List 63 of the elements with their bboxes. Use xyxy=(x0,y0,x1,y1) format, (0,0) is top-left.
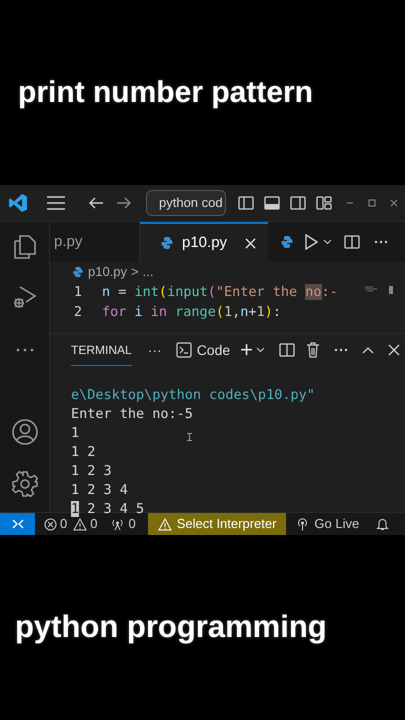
layout-icon[interactable] xyxy=(316,195,332,211)
breadcrumb-item[interactable]: p10.py xyxy=(88,262,128,282)
remote-button[interactable] xyxy=(0,513,35,535)
terminal-line: e\Desktop\python codes\p10.py" xyxy=(71,386,315,405)
python-icon xyxy=(280,235,294,249)
more-icon[interactable] xyxy=(14,348,34,352)
terminal-line: Enter the no:-5 xyxy=(71,405,193,424)
run-icon[interactable] xyxy=(304,234,318,250)
files-icon[interactable] xyxy=(12,234,38,260)
settings-icon[interactable] xyxy=(10,470,38,498)
search-field[interactable]: python cod xyxy=(146,190,226,216)
go-live-button[interactable]: Go Live xyxy=(296,513,360,535)
error-icon xyxy=(44,518,57,530)
python-icon xyxy=(160,236,174,250)
broadcast-icon xyxy=(296,518,310,530)
forward-arrow-icon[interactable] xyxy=(116,195,132,211)
editor-tab[interactable]: p10.py xyxy=(140,222,268,262)
line-number: 1 xyxy=(72,283,83,302)
code-line: for i in range(1,n+1): xyxy=(102,303,281,322)
tab-label: p10.py xyxy=(182,232,228,253)
terminal-line: 1 2 xyxy=(71,443,96,462)
breadcrumb-separator: > xyxy=(131,263,139,282)
terminal-line: 1 2 3 4 xyxy=(71,481,128,500)
back-arrow-icon[interactable] xyxy=(88,195,104,211)
terminal-icon xyxy=(176,342,192,358)
menu-icon[interactable] xyxy=(46,195,66,211)
bell-icon[interactable] xyxy=(376,517,390,531)
logo-icon xyxy=(8,193,28,213)
maximize-icon[interactable] xyxy=(368,199,376,207)
account-icon[interactable] xyxy=(10,418,38,446)
terminal-line: 1 xyxy=(71,424,80,443)
more-icon[interactable] xyxy=(334,348,348,352)
close-icon[interactable] xyxy=(388,344,400,356)
caption: python programming xyxy=(15,608,327,646)
more-icon[interactable]: ··· xyxy=(148,340,162,360)
panel-toggle-icon[interactable] xyxy=(264,195,280,211)
select-interpreter-button[interactable]: Select Interpreter xyxy=(148,513,286,535)
more-icon[interactable] xyxy=(374,240,388,244)
split-editor-icon[interactable] xyxy=(344,234,360,250)
code-line: n = int(input("Enter the no:- xyxy=(102,283,338,302)
chevron-up-icon[interactable] xyxy=(362,346,374,354)
terminal-profile-button[interactable]: Code xyxy=(176,340,230,360)
error-count: 0 xyxy=(60,515,68,534)
new-terminal-button[interactable]: + xyxy=(240,339,254,361)
run-debug-icon[interactable] xyxy=(12,284,38,310)
chevron-down-icon[interactable] xyxy=(323,239,332,245)
remote-icon xyxy=(12,519,24,529)
minimap-drawing xyxy=(365,286,393,294)
breadcrumb-item[interactable]: ... xyxy=(142,262,154,282)
line-number: 2 xyxy=(72,303,83,322)
chevron-down-icon[interactable] xyxy=(256,347,266,353)
terminal-tab[interactable]: TERMINAL xyxy=(71,334,132,366)
caption: print number pattern xyxy=(18,75,314,111)
sidebar-toggle-icon[interactable] xyxy=(238,195,254,211)
text-cursor-icon xyxy=(187,433,192,441)
antenna-icon xyxy=(111,518,124,530)
terminal-line: 1 2 3 xyxy=(71,462,112,481)
warning-icon xyxy=(158,518,172,530)
split-terminal-icon[interactable] xyxy=(279,342,296,358)
secondary-sidebar-icon[interactable] xyxy=(290,195,306,211)
python-icon xyxy=(72,266,84,278)
trash-icon[interactable] xyxy=(306,342,320,358)
warning-icon xyxy=(73,518,88,530)
